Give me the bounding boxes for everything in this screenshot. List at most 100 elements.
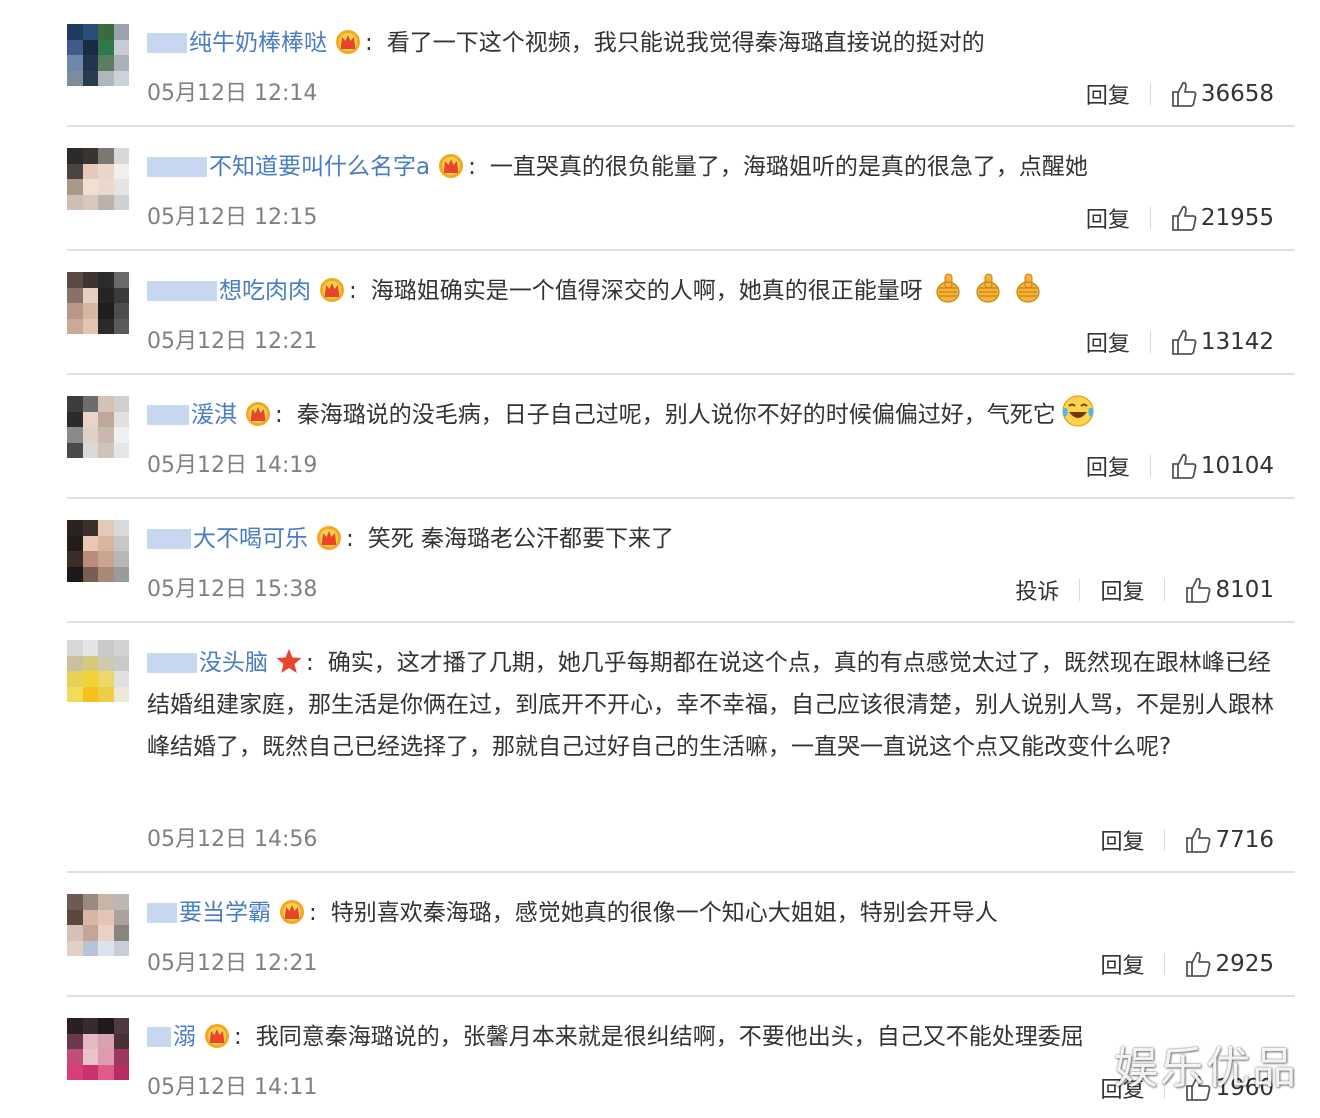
avatar[interactable] [67, 894, 129, 956]
like-icon [1186, 951, 1211, 977]
username-link[interactable]: 溺 [147, 1024, 196, 1050]
like-count: 8101 [1215, 577, 1274, 603]
username-link[interactable]: 不知道要叫什么名字a [147, 154, 430, 180]
comment-actions: 回复 36658 [1086, 78, 1274, 110]
comment-time: 05月12日 15:38 [147, 577, 318, 602]
comment-content: 秦海璐说的没毛病，日子自己过呢，别人说你不好的时候偏偏过好，气死它 [296, 402, 1056, 428]
like-count: 21955 [1200, 205, 1274, 231]
avatar[interactable] [67, 640, 129, 702]
username-mask [147, 903, 177, 923]
divider [67, 497, 1295, 499]
avatar[interactable] [67, 272, 129, 334]
like-button[interactable]: 36658 [1171, 80, 1274, 108]
separator [1164, 579, 1166, 601]
like-count: 10104 [1200, 453, 1274, 479]
like-button[interactable]: 13142 [1171, 328, 1274, 356]
comment-content: 看了一下这个视频，我只能说我觉得秦海璐直接说的挺对的 [386, 30, 985, 56]
reply-button[interactable]: 回复 [1100, 948, 1144, 980]
comment-time: 05月12日 14:11 [147, 1075, 318, 1100]
like-button[interactable]: 8101 [1185, 576, 1274, 604]
username-link[interactable]: 湲淇 [147, 402, 237, 428]
username: 溺 [173, 1024, 196, 1050]
crown-badge-icon [202, 1021, 232, 1049]
reply-button[interactable]: 回复 [1100, 574, 1144, 606]
like-button[interactable]: 21955 [1171, 204, 1274, 232]
crown-badge-icon [314, 523, 344, 551]
reply-button[interactable]: 回复 [1100, 824, 1144, 856]
comment-text-line: 想吃肉肉: 海璐姐确实是一个值得深交的人啊，她真的很正能量呀 [147, 270, 1274, 312]
crown-badge-icon [277, 897, 307, 925]
avatar[interactable] [67, 148, 129, 210]
like-count: 2925 [1215, 951, 1274, 977]
comment-actions: 回复 13142 [1086, 326, 1274, 358]
like-button[interactable]: 10104 [1171, 452, 1274, 480]
comment-content: 一直哭真的很负能量了，海璐姐听的是真的很急了，点醒她 [489, 154, 1088, 180]
username-link[interactable]: 大不喝可乐 [147, 526, 308, 552]
like-icon [1171, 453, 1197, 479]
username-link[interactable]: 想吃肉肉 [147, 278, 311, 304]
colon: : [468, 154, 476, 180]
comment-time: 05月12日 12:21 [147, 329, 318, 354]
comment-content: 确实，这才播了几期，她几乎每期都在说这个点，真的有点感觉太过了，既然现在跟林峰已… [147, 650, 1274, 760]
comment-content: 笑死 秦海璐老公汗都要下来了 [367, 526, 675, 552]
thumbs-up-emoji-icon [973, 272, 1003, 304]
colon: : [306, 650, 314, 676]
colon: : [309, 900, 317, 926]
star-badge-icon [274, 647, 304, 675]
like-icon [1186, 827, 1211, 853]
username-mask [147, 281, 217, 301]
thumbs-up-emoji-icon [933, 272, 963, 304]
comment-text-line: 没头脑: 确实，这才播了几期，她几乎每期都在说这个点，真的有点感觉太过了，既然现在… [147, 642, 1274, 768]
crown-badge-icon [333, 27, 363, 55]
avatar[interactable] [67, 520, 129, 582]
comment-content: 特别喜欢秦海璐，感觉她真的很像一个知心大姐姐，特别会开导人 [330, 900, 998, 926]
watermark: 娱乐优品 [1114, 1043, 1298, 1094]
comment-time: 05月12日 12:21 [147, 951, 318, 976]
colon: : [234, 1024, 242, 1050]
username-link[interactable]: 纯牛奶棒棒哒 [147, 30, 327, 56]
separator [1079, 579, 1081, 601]
divider [67, 373, 1295, 375]
thumbs-up-emoji-icon [1013, 272, 1043, 304]
colon: : [346, 526, 354, 552]
reply-button[interactable]: 回复 [1086, 326, 1130, 358]
like-icon [1171, 329, 1197, 355]
username-mask [147, 1027, 171, 1047]
reply-button[interactable]: 回复 [1086, 202, 1130, 234]
reply-button[interactable]: 回复 [1086, 450, 1130, 482]
like-icon [1186, 577, 1211, 603]
username-mask [147, 33, 187, 53]
comment-text-line: 大不喝可乐: 笑死 秦海璐老公汗都要下来了 [147, 518, 1274, 560]
laugh-cry-emoji-icon [1060, 394, 1096, 427]
username-link[interactable]: 要当学霸 [147, 900, 271, 926]
comment-actions: 回复 10104 [1086, 450, 1274, 482]
username-mask [147, 405, 189, 425]
username: 纯牛奶棒棒哒 [189, 30, 327, 56]
separator [1149, 331, 1151, 353]
separator [1164, 953, 1166, 975]
like-icon [1171, 81, 1197, 107]
username-mask [147, 157, 207, 177]
like-button[interactable]: 7716 [1185, 826, 1274, 854]
username-link[interactable]: 没头脑 [147, 650, 268, 676]
like-button[interactable]: 2925 [1185, 950, 1274, 978]
comment-time: 05月12日 12:14 [147, 81, 318, 106]
separator [1149, 455, 1151, 477]
colon: : [365, 30, 373, 56]
comment-text-line: 要当学霸: 特别喜欢秦海璐，感觉她真的很像一个知心大姐姐，特别会开导人 [147, 892, 1274, 934]
comment-content: 海璐姐确实是一个值得深交的人啊，她真的很正能量呀 [370, 278, 923, 304]
separator [1164, 829, 1166, 851]
avatar[interactable] [67, 1018, 129, 1080]
username-mask [147, 529, 191, 549]
comment-time: 05月12日 12:15 [147, 205, 318, 230]
divider [67, 995, 1295, 997]
report-button[interactable]: 投诉 [1015, 574, 1059, 606]
colon: : [275, 402, 283, 428]
colon: : [349, 278, 357, 304]
comment-text-line: 纯牛奶棒棒哒: 看了一下这个视频，我只能说我觉得秦海璐直接说的挺对的 [147, 22, 1274, 64]
crown-badge-icon [317, 275, 347, 303]
avatar[interactable] [67, 396, 129, 458]
username: 大不喝可乐 [193, 526, 308, 552]
avatar[interactable] [67, 24, 129, 86]
reply-button[interactable]: 回复 [1086, 78, 1130, 110]
